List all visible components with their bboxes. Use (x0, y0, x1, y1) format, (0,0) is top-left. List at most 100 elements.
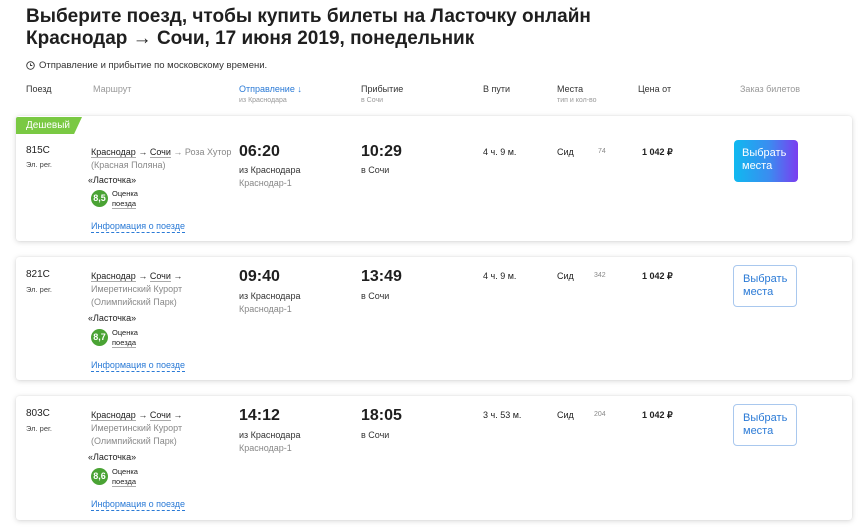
score-label-1: Оценка (112, 328, 138, 337)
select-seats-button[interactable]: Выбрать места (733, 404, 797, 446)
departure-time: 09:40 (239, 268, 280, 285)
score-label-2: поезда (112, 338, 137, 348)
column-route: Маршрут (93, 84, 132, 94)
column-departure[interactable]: Отправление ↓ из Краснодара (239, 84, 302, 106)
train-number: 815С (26, 145, 50, 156)
select-seats-button[interactable]: Выбрать места (734, 140, 798, 182)
travel-duration: 3 ч. 53 м. (483, 410, 522, 420)
column-arrival-sub: в Сочи (361, 97, 384, 104)
seat-type: Сид (557, 271, 574, 281)
route-to: Сочи (149, 410, 171, 421)
column-train: Поезд (26, 84, 52, 94)
timezone-note-text: Отправление и прибытие по московскому вр… (39, 60, 268, 71)
column-seats-label[interactable]: Места (557, 84, 583, 94)
route: Краснодар → Сочи → (91, 409, 182, 422)
page-title-line-2: Краснодар → Сочи, 17 июня 2019, понедель… (26, 28, 475, 49)
score-label-2: поезда (112, 477, 137, 487)
route-arrow: → (138, 410, 148, 420)
train-score: 8,5 (91, 190, 108, 207)
cheapest-badge: Дешевый (16, 117, 82, 134)
route-from: Краснодар (91, 147, 136, 158)
column-departure-label[interactable]: Отправление ↓ (239, 84, 302, 94)
route-arrow: → (138, 147, 148, 157)
departure-station: Краснодар-1 (239, 443, 292, 453)
arrival-time: 13:49 (361, 268, 402, 285)
route-extra: → (173, 271, 183, 281)
arrival-to: в Сочи (361, 291, 390, 301)
seat-type: Сид (557, 147, 574, 157)
column-arrival-label[interactable]: Прибытие (361, 84, 403, 94)
seat-count: 74 (598, 148, 606, 155)
score-label-1: Оценка (112, 467, 138, 476)
departure-from: из Краснодара (239, 291, 301, 301)
seat-count: 204 (594, 411, 606, 418)
train-name: «Ласточка» (88, 452, 137, 462)
train-name: «Ласточка» (88, 175, 137, 185)
button-label-1: Выбрать (743, 412, 788, 424)
seat-type: Сид (557, 410, 574, 420)
departure-from: из Краснодара (239, 430, 301, 440)
route-arrow: → (138, 271, 148, 281)
score-label: Оценка поезда (112, 328, 138, 348)
route-to: Сочи (149, 271, 171, 282)
train-info-link[interactable]: Информация о поезде (91, 360, 185, 372)
column-order: Заказ билетов (740, 84, 801, 94)
route-from: Краснодар (91, 410, 136, 421)
arrival-to: в Сочи (361, 430, 390, 440)
train-name: «Ласточка» (88, 313, 137, 323)
route-extra-3: (Олимпийский Парк) (91, 297, 177, 307)
route-from: Краснодар (91, 271, 136, 282)
column-duration[interactable]: В пути (483, 84, 510, 95)
route: Краснодар → Сочи → (91, 270, 182, 283)
route: Краснодар → Сочи → Роза Хутор (91, 146, 231, 159)
column-seats[interactable]: Места тип и кол-во (557, 84, 597, 106)
button-label-1: Выбрать (742, 147, 787, 159)
route-extra-2: Имеретинский Курорт (91, 423, 183, 433)
button-label-2: места (743, 286, 774, 298)
travel-duration: 4 ч. 9 м. (483, 147, 517, 157)
route-extra: → (173, 410, 183, 420)
button-label-2: места (743, 425, 774, 437)
price: 1 042 ₽ (642, 271, 673, 281)
column-departure-sub: из Краснодара (239, 97, 287, 104)
page-title-line-1: Выберите поезд, чтобы купить билеты на Л… (26, 6, 591, 27)
train-type: Эл. рег. (26, 285, 52, 294)
price: 1 042 ₽ (642, 147, 673, 157)
page-title: Выберите поезд, чтобы купить билеты на Л… (26, 6, 591, 50)
departure-station: Краснодар-1 (239, 178, 292, 188)
train-type: Эл. рег. (26, 424, 52, 433)
train-info-link[interactable]: Информация о поезде (91, 499, 185, 511)
train-score: 8,6 (91, 468, 108, 485)
route-extra-2: (Красная Поляна) (91, 160, 166, 170)
train-info-link[interactable]: Информация о поезде (91, 221, 185, 233)
route-extra: → Роза Хутор (173, 147, 232, 157)
column-arrival[interactable]: Прибытие в Сочи (361, 84, 403, 106)
column-seats-sub: тип и кол-во (557, 97, 597, 104)
arrival-time: 10:29 (361, 143, 402, 160)
seat-count: 342 (594, 272, 606, 279)
arrival-time: 18:05 (361, 407, 402, 424)
departure-station: Краснодар-1 (239, 304, 292, 314)
departure-from: из Краснодара (239, 165, 301, 175)
score-label: Оценка поезда (112, 189, 138, 209)
clock-icon (26, 61, 35, 70)
train-score: 8,7 (91, 329, 108, 346)
route-extra-2: Имеретинский Курорт (91, 284, 183, 294)
train-number: 803С (26, 408, 50, 419)
score-label: Оценка поезда (112, 467, 138, 487)
route-extra-3: (Олимпийский Парк) (91, 436, 177, 446)
route-to: Сочи (149, 147, 171, 158)
departure-time: 06:20 (239, 143, 280, 160)
select-seats-button[interactable]: Выбрать места (733, 265, 797, 307)
price: 1 042 ₽ (642, 410, 673, 420)
travel-duration: 4 ч. 9 м. (483, 271, 517, 281)
timezone-note: Отправление и прибытие по московскому вр… (26, 60, 267, 71)
arrival-to: в Сочи (361, 165, 390, 175)
column-price[interactable]: Цена от (638, 84, 671, 95)
button-label-2: места (742, 160, 773, 172)
score-label-1: Оценка (112, 189, 138, 198)
score-label-2: поезда (112, 199, 137, 209)
departure-time: 14:12 (239, 407, 280, 424)
train-number: 821С (26, 269, 50, 280)
button-label-1: Выбрать (743, 273, 788, 285)
